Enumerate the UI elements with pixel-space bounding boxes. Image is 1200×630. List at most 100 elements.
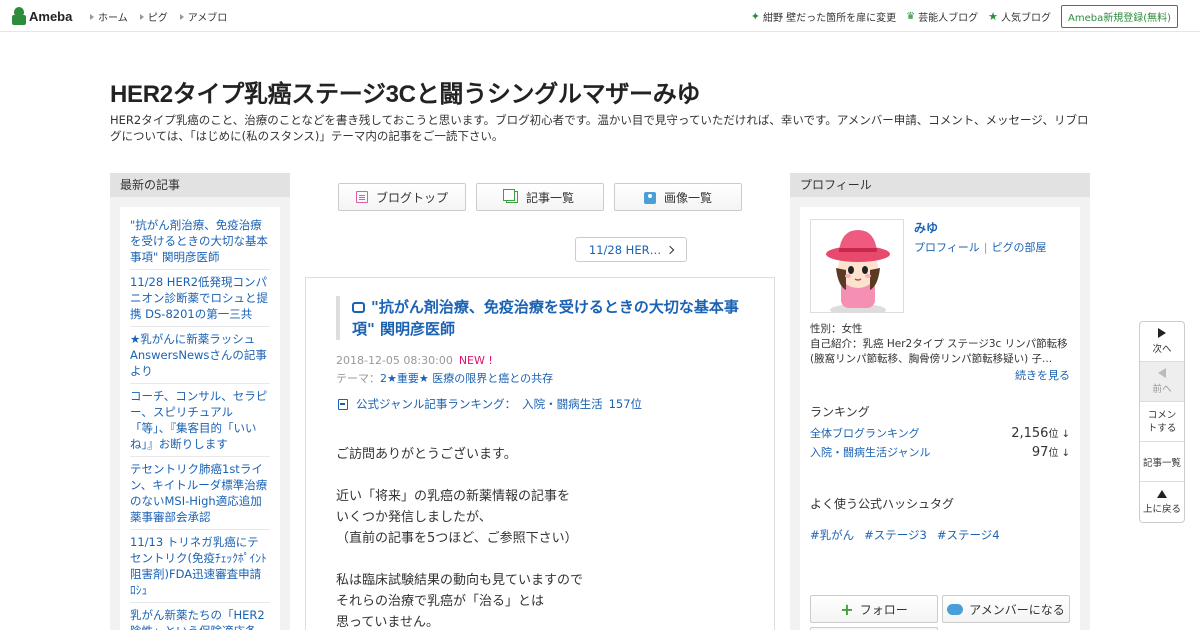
profile-name[interactable]: みゆ [914, 219, 938, 236]
pigg-room-link[interactable]: ピグの部屋 [992, 241, 1047, 254]
image-list-label: 画像一覧 [663, 190, 712, 205]
next-label: 次へ [1152, 344, 1172, 355]
rank-unit: 位 ↓ [1048, 429, 1070, 440]
news-label: 紺野 壁だった箇所を扉に変更 [762, 13, 897, 24]
triangle-icon [179, 13, 184, 20]
profile-actions: + フォロー アメンバーになる [810, 595, 1074, 623]
profile-link[interactable]: プロフィール [914, 241, 980, 254]
register-button[interactable]: Ameba新規登録(無料) [1060, 5, 1178, 28]
profile-info: 性別：女性 自己紹介：乳癌 Her2タイプ ステージ3c リンパ節転移 (腋窩リ… [810, 322, 1070, 367]
global-header: Ameba ホーム ピグ アメブロ ✦ 紺野 壁だった箇所を扉に変更 ♛ 芸能人ブロ… [0, 0, 1200, 32]
next-post-label: 11/28 HER… [588, 242, 662, 257]
logo-text: Ameba [29, 8, 73, 24]
list-item[interactable]: 乳がん新薬たちの「HER2陰性」という保険適応条 [130, 603, 270, 630]
read-more-link[interactable]: 続きを見る [1015, 367, 1070, 383]
article-title[interactable]: "抗がん剤治療、免疫治療を受けるときの大切な基本事項" 関明彦医師 [336, 296, 746, 340]
rank-unit: 位 ↓ [1048, 448, 1070, 459]
avatar[interactable] [810, 219, 904, 313]
rank-row-overall: 全体ブログランキング 2,156位 ↓ [810, 425, 1070, 441]
back-to-top-button[interactable]: 上に戻る [1140, 482, 1184, 522]
overall-ranking-link[interactable]: 全体ブログランキング [810, 425, 920, 441]
article-meta: 2018-12-05 08:30:00 NEW ! [336, 354, 493, 367]
reblog-icon [352, 302, 365, 313]
plus-icon: + [840, 599, 854, 619]
genre-ranking-link[interactable]: 入院・闘病生活ジャンル [810, 444, 930, 460]
ranking-label: 公式ジャンル記事ランキング： [356, 397, 517, 411]
celeb-label: 芸能人ブログ [918, 13, 979, 24]
theme-link[interactable]: 2★重要★ 医療の限界と癌との共存 [380, 372, 553, 385]
prev-article-button[interactable]: 前へ [1140, 362, 1184, 402]
separator: | [983, 241, 988, 254]
hashtag-link[interactable]: #乳がん [810, 528, 854, 542]
profile-heading: プロフィール [790, 173, 1090, 197]
top-label: 上に戻る [1142, 503, 1181, 515]
amember-button[interactable]: アメンバーになる [942, 595, 1070, 623]
arrow-up-icon [1157, 489, 1167, 498]
article-list-button[interactable]: 記事一覧 [476, 183, 604, 211]
article-list-label: 記事一覧 [525, 190, 574, 205]
hashtag-heading: よく使う公式ハッシュタグ [810, 497, 955, 511]
hashtag-link[interactable]: #ステージ4 [937, 528, 1000, 542]
rank-row-genre: 入院・闘病生活ジャンル 97位 ↓ [810, 444, 1070, 460]
header-right: ✦ 紺野 壁だった箇所を扉に変更 ♛ 芸能人ブログ ★ 人気ブログ Ameba新規登録… [751, 5, 1188, 28]
hashtag-link[interactable]: #ステージ3 [864, 528, 927, 542]
triangle-icon [90, 13, 94, 20]
ranking-icon [338, 398, 348, 410]
ranking-position: 157位 [608, 397, 643, 411]
recent-heading: 最新の記事 [110, 173, 290, 197]
list-item[interactable]: 11/13 トリネガ乳癌にテセントリク(免疫ﾁｪｯｸﾎﾟｲﾝﾄ阻害剤)FDA迅速… [130, 530, 270, 603]
list-item[interactable]: ★乳がんに新薬ラッシュ AnswersNewsさんの記事より [130, 327, 270, 384]
follow-button[interactable]: + フォロー [810, 595, 938, 623]
theme-label: テーマ： [336, 372, 380, 385]
popular-label: 人気ブログ [1000, 13, 1051, 24]
list-item[interactable]: "抗がん剤治療、免疫治療を受けるときの大切な基本事項" 関明彦医師 [130, 213, 270, 270]
play-right-icon [1158, 328, 1166, 338]
profile-gender: 性別：女性 [810, 323, 863, 335]
chevron-right-icon [665, 245, 675, 254]
nav-home[interactable]: ホーム [90, 9, 128, 24]
floating-nav: 次へ 前へ コメントする 記事一覧 上に戻る [1139, 321, 1185, 523]
follow-label: フォロー [859, 602, 908, 617]
sidebar-recent: 最新の記事 "抗がん剤治療、免疫治療を受けるときの大切な基本事項" 関明彦医師 … [110, 173, 290, 630]
blog-top-label: ブログトップ [375, 190, 448, 205]
article-list-float-button[interactable]: 記事一覧 [1140, 442, 1184, 482]
overall-rank-value: 2,156 [1011, 426, 1049, 441]
triangle-icon [139, 13, 144, 20]
hashtag-list: #乳がん #ステージ3 #ステージ4 [810, 527, 1000, 543]
crown-icon: ♛ [906, 11, 916, 22]
list-item[interactable]: テセントリク肺癌1stライン、キイトルーダ標準治療のないMSI-High適応追加… [130, 457, 270, 530]
document-icon [355, 191, 368, 203]
comment-label: コメントする [1147, 409, 1177, 434]
blog-top-button[interactable]: ブログトップ [338, 183, 466, 211]
image-list-button[interactable]: 画像一覧 [614, 183, 742, 211]
ameba-logo[interactable]: Ameba [12, 6, 72, 26]
celeb-blog-link[interactable]: ♛ 芸能人ブログ [906, 9, 978, 24]
popular-blog-link[interactable]: ★ 人気ブログ [988, 9, 1051, 24]
ranking-heading: ランキング [810, 405, 870, 419]
nav-ameblo[interactable]: アメブロ [179, 9, 228, 24]
nav-pigg[interactable]: ピグ [139, 9, 168, 24]
list-item[interactable]: コーチ、コンサル、セラピー、スピリチュアル「等」、『集客目的「いいね」』お断りし… [130, 384, 270, 457]
article-date: 2018-12-05 08:30:00 [336, 354, 453, 367]
profile-links: プロフィール | ピグの部屋 [914, 239, 1047, 255]
next-post-button[interactable]: 11/28 HER… [575, 237, 687, 262]
nav-ameblo-label: アメブロ [187, 13, 228, 24]
new-badge: NEW ! [458, 354, 493, 367]
news-link[interactable]: ✦ 紺野 壁だった箇所を扉に変更 [751, 9, 896, 24]
nav-pigg-label: ピグ [147, 13, 168, 24]
blog-title[interactable]: HER2タイプ乳癌ステージ3Cと闘うシングルマザーみゆ [110, 74, 700, 109]
camera-icon [643, 192, 656, 204]
article-theme: テーマ：2★重要★ 医療の限界と癌との共存 [336, 370, 553, 386]
next-article-button[interactable]: 次へ [1140, 322, 1184, 362]
blog-nav-buttons: ブログトップ 記事一覧 画像一覧 [338, 183, 752, 211]
prev-label: 前へ [1152, 384, 1172, 395]
avatar-illustration [826, 230, 890, 312]
profile-box: みゆ プロフィール | ピグの部屋 性別：女性 自己紹介：乳癌 Her2タイプ ステ… [800, 207, 1080, 630]
star-icon: ★ [988, 10, 998, 23]
sidebar-profile: プロフィール みゆ プロフィール | ピグの部屋 性別：女性 自己紹介：乳癌 H… [790, 173, 1090, 630]
article-ranking[interactable]: 公式ジャンル記事ランキング： 入院・闘病生活 157位 [338, 396, 642, 412]
comment-button[interactable]: コメントする [1140, 402, 1184, 442]
genre-rank-value: 97 [1031, 445, 1049, 460]
top-nav: ホーム ピグ アメブロ [90, 9, 239, 24]
list-item[interactable]: 11/28 HER2低発現コンパニオン診断薬でロシュと提携 DS-8201の第一… [130, 270, 270, 327]
